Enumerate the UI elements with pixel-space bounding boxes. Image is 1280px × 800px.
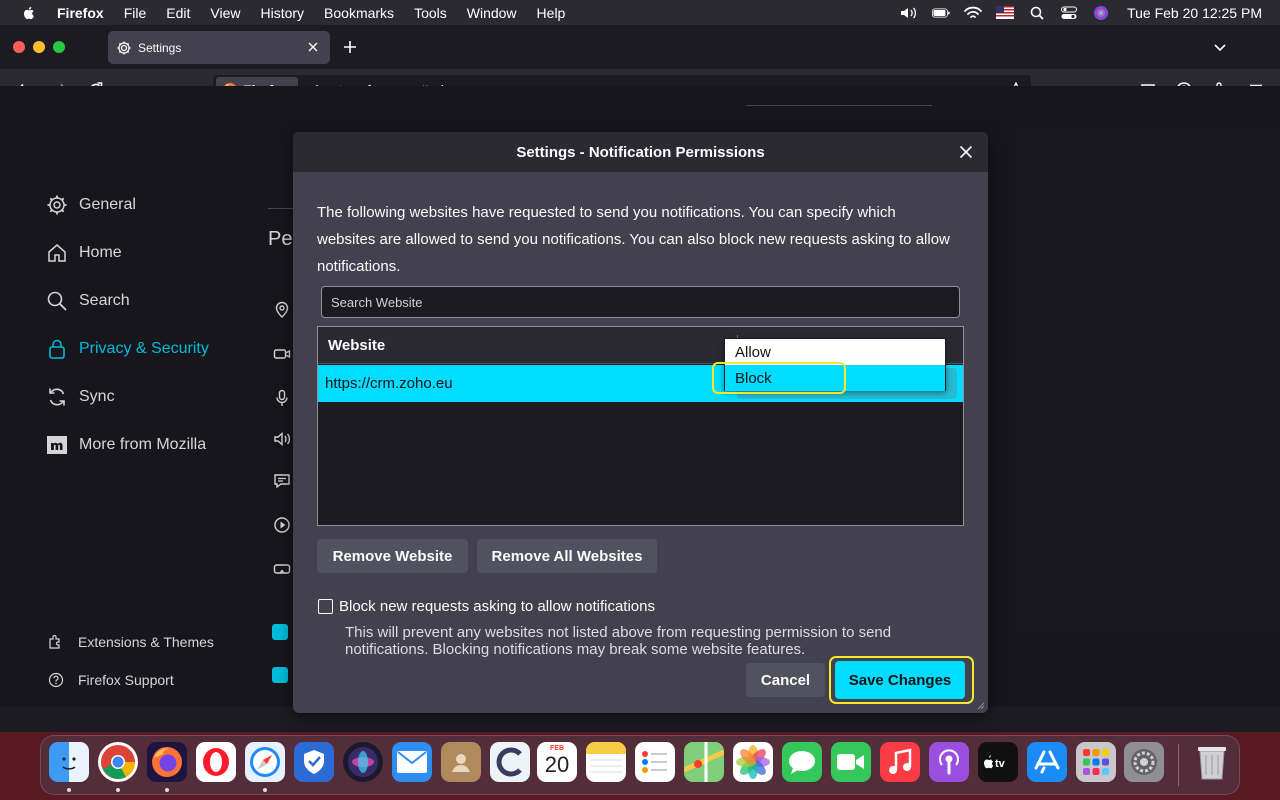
chrome-icon[interactable] (98, 742, 138, 782)
trash-icon[interactable] (1192, 742, 1232, 782)
messages-icon[interactable] (782, 742, 822, 782)
proton-vpn-icon[interactable] (294, 742, 334, 782)
window-zoom-button[interactable] (53, 41, 65, 53)
gear-icon (117, 41, 131, 54)
system-settings-icon[interactable] (1124, 742, 1164, 782)
menu-edit[interactable]: Edit (166, 5, 190, 21)
menu-tools[interactable]: Tools (414, 5, 447, 21)
calendar-month: FEB (550, 745, 564, 752)
wifi-icon[interactable] (964, 5, 982, 21)
running-indicator (116, 788, 120, 792)
block-new-requests-checkbox[interactable] (318, 599, 333, 614)
tab-bar: Settings (0, 25, 1280, 69)
volume-icon[interactable] (900, 5, 918, 21)
menu-bookmarks[interactable]: Bookmarks (324, 5, 394, 21)
facetime-icon[interactable] (831, 742, 871, 782)
opera-icon[interactable] (196, 742, 236, 782)
notes-icon[interactable] (586, 742, 626, 782)
status-dropdown-list: Allow Block (724, 338, 946, 391)
app-store-icon[interactable] (1027, 742, 1067, 782)
photos-icon[interactable] (733, 742, 773, 782)
running-indicator (165, 788, 169, 792)
new-tab-plus-icon[interactable] (342, 39, 358, 55)
macos-menu-bar: Firefox File Edit View History Bookmarks… (0, 0, 1280, 25)
dock-separator (1178, 744, 1179, 786)
block-new-requests-description: This will prevent any websites not liste… (345, 624, 892, 658)
firefox-dock-icon[interactable] (147, 742, 187, 782)
window-minimize-button[interactable] (33, 41, 45, 53)
control-center-icon[interactable] (1060, 5, 1078, 21)
dropdown-option-allow[interactable]: Allow (725, 339, 945, 365)
close-icon[interactable] (958, 144, 974, 160)
dialog-description: The following websites have requested to… (317, 204, 950, 275)
menu-bar-clock[interactable]: Tue Feb 20 12:25 PM (1127, 5, 1262, 21)
cancel-button[interactable]: Cancel (746, 663, 825, 697)
siri-icon[interactable] (1092, 5, 1110, 21)
remove-all-websites-button[interactable]: Remove All Websites (477, 539, 657, 573)
finder-icon[interactable] (49, 742, 89, 782)
tab-title: Settings (138, 40, 182, 55)
svg-text:tv: tv (995, 758, 1006, 770)
calendar-day: 20 (544, 752, 570, 777)
resize-grip-icon[interactable] (975, 700, 985, 710)
menu-help[interactable]: Help (537, 5, 566, 21)
launchpad-icon[interactable] (1076, 742, 1116, 782)
tab-close-icon[interactable] (306, 40, 320, 54)
dropdown-option-block[interactable]: Block (725, 365, 945, 391)
tab-settings[interactable]: Settings (108, 31, 330, 64)
menu-file[interactable]: File (124, 5, 147, 21)
dialog-header: Settings - Notification Permissions (293, 132, 988, 172)
apple-logo-icon[interactable] (21, 5, 37, 21)
running-indicator (263, 788, 267, 792)
maps-icon[interactable] (684, 742, 724, 782)
dialog-title: Settings - Notification Permissions (516, 143, 765, 161)
notification-permissions-dialog: Settings - Notification Permissions The … (293, 132, 988, 713)
column-header-website[interactable]: Website (328, 337, 385, 354)
block-new-requests-label[interactable]: Block new requests asking to allow notif… (339, 598, 655, 615)
safari-icon[interactable] (245, 742, 285, 782)
battery-icon[interactable] (932, 5, 950, 21)
music-icon[interactable] (880, 742, 920, 782)
menu-view[interactable]: View (210, 5, 240, 21)
save-changes-button[interactable]: Save Changes (835, 661, 965, 699)
macos-dock: FEB 20 tv (40, 735, 1240, 795)
cursor-c-app-icon[interactable] (490, 742, 530, 782)
apple-tv-icon[interactable]: tv (978, 742, 1018, 782)
row-website: https://crm.zoho.eu (325, 375, 453, 392)
siri-dock-icon[interactable] (343, 742, 383, 782)
podcasts-icon[interactable] (929, 742, 969, 782)
window-close-button[interactable] (13, 41, 25, 53)
search-website-input[interactable] (321, 286, 960, 318)
menu-history[interactable]: History (260, 5, 304, 21)
list-all-tabs-chevron-icon[interactable] (1212, 39, 1228, 55)
mail-icon[interactable] (392, 742, 432, 782)
running-indicator (67, 788, 71, 792)
menu-window[interactable]: Window (467, 5, 517, 21)
reminders-icon[interactable] (635, 742, 675, 782)
remove-website-button[interactable]: Remove Website (317, 539, 468, 573)
spotlight-search-icon[interactable] (1028, 5, 1046, 21)
calendar-icon[interactable]: FEB 20 (537, 742, 577, 782)
input-source-flag-icon[interactable] (996, 5, 1015, 21)
contacts-icon[interactable] (441, 742, 481, 782)
menu-firefox[interactable]: Firefox (57, 5, 104, 21)
